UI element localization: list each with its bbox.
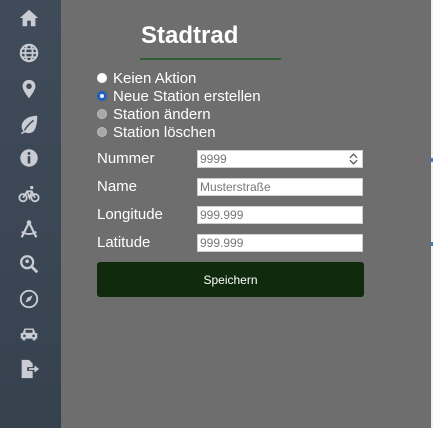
compass-icon	[19, 289, 39, 309]
bicycle-icon	[18, 185, 40, 203]
radio-button-disabled[interactable]	[97, 127, 107, 137]
radio-edit-station[interactable]: Station ändern	[97, 105, 211, 123]
chevron-down-icon	[348, 159, 358, 165]
latitude-field[interactable]: 999.999	[197, 234, 363, 252]
radio-label: Keien Aktion	[113, 69, 197, 87]
nav-item-export[interactable]	[15, 355, 43, 383]
radio-label: Station löschen	[113, 123, 216, 141]
nav-item-search-location[interactable]	[15, 250, 43, 278]
nav-item-home[interactable]	[15, 4, 43, 32]
radio-label: Neue Station erstellen	[113, 87, 261, 105]
nav-item-leaf[interactable]	[15, 110, 43, 138]
nav-item-bike[interactable]	[15, 180, 43, 208]
globe-icon	[19, 43, 39, 63]
nummer-label: Nummer	[97, 150, 155, 167]
car-icon	[20, 328, 38, 341]
nummer-placeholder: 9999	[200, 152, 227, 166]
nummer-field[interactable]: 9999	[197, 150, 363, 168]
home-icon	[19, 9, 39, 27]
radio-button-disabled[interactable]	[97, 109, 107, 119]
file-export-icon	[21, 359, 40, 379]
search-location-icon	[20, 255, 39, 274]
sidebar	[0, 0, 61, 428]
info-icon	[20, 149, 38, 167]
number-stepper[interactable]	[347, 152, 359, 166]
latitude-label: Latitude	[97, 234, 151, 251]
map-pin-icon	[22, 79, 36, 99]
radio-button[interactable]	[97, 73, 107, 83]
title-underline	[140, 58, 281, 60]
name-field[interactable]: Musterstraße	[197, 178, 363, 196]
radio-new-station[interactable]: Neue Station erstellen	[97, 87, 261, 105]
save-button[interactable]: Speichern	[97, 262, 364, 297]
compass-drafting-icon	[20, 220, 38, 238]
nav-item-globe[interactable]	[15, 39, 43, 67]
nav-item-car[interactable]	[15, 320, 43, 348]
page-title: Stadtrad	[141, 22, 239, 49]
radio-label: Station ändern	[113, 105, 211, 123]
nav-item-compass[interactable]	[15, 285, 43, 313]
name-label: Name	[97, 178, 138, 195]
nav-item-drafting[interactable]	[15, 215, 43, 243]
leaf-icon	[20, 115, 38, 135]
nav-item-info[interactable]	[15, 144, 43, 172]
name-placeholder: Musterstraße	[200, 180, 271, 194]
longitude-field[interactable]: 999.999	[197, 206, 363, 224]
radio-button-checked[interactable]	[97, 91, 107, 101]
nav-item-location[interactable]	[15, 75, 43, 103]
radio-no-action[interactable]: Keien Aktion	[97, 69, 196, 87]
latitude-placeholder: 999.999	[200, 236, 244, 250]
longitude-label: Longitude	[97, 206, 163, 223]
radio-delete-station[interactable]: Station löschen	[97, 123, 216, 141]
longitude-placeholder: 999.999	[200, 208, 244, 222]
